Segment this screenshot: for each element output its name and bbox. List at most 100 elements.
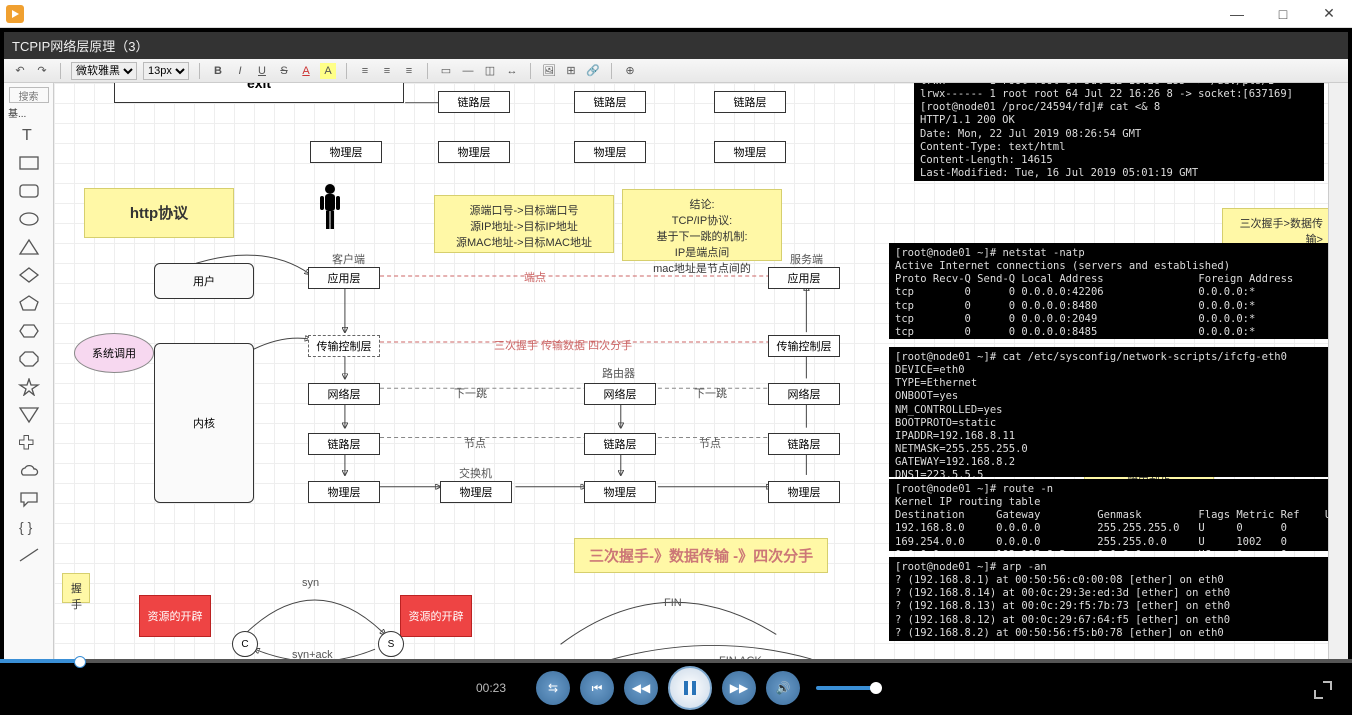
- shape-hexagon-icon[interactable]: [11, 318, 47, 344]
- terminal-netstat[interactable]: [root@node01 ~]# netstat -natp Active In…: [889, 243, 1328, 339]
- shape-text-icon[interactable]: T: [11, 122, 47, 148]
- client-link[interactable]: 链路层: [308, 433, 380, 455]
- shape-downtriangle-icon[interactable]: [11, 402, 47, 428]
- terminal-arp[interactable]: [root@node01 ~]# arp -an ? (192.168.8.1)…: [889, 557, 1328, 641]
- label-server: 服务端: [790, 251, 823, 267]
- terminal-ifcfg[interactable]: [root@node01 ~]# cat /etc/sysconfig/netw…: [889, 347, 1328, 477]
- connector-icon[interactable]: ↔: [504, 63, 520, 79]
- box-kernel[interactable]: 内核: [154, 343, 254, 503]
- shape-callout-icon[interactable]: [11, 486, 47, 512]
- shape-star-icon[interactable]: [11, 374, 47, 400]
- insert-link-icon[interactable]: 🔗: [585, 63, 601, 79]
- server-trans[interactable]: 传输控制层: [768, 335, 840, 357]
- note-handshake-side[interactable]: 握手: [62, 573, 90, 603]
- highlight-handshake[interactable]: 三次握手-》数据传输 -》四次分手: [574, 538, 828, 573]
- box-link-top-1[interactable]: 链路层: [438, 91, 510, 113]
- workspace: 搜索 基... T { }: [4, 83, 1348, 661]
- shuffle-button[interactable]: ⇆: [536, 671, 570, 705]
- note-http[interactable]: http协议: [84, 188, 234, 238]
- server-app[interactable]: 应用层: [768, 267, 840, 289]
- box-link-top-2[interactable]: 链路层: [574, 91, 646, 113]
- video-player-bar: 00:23 ⇆ ⏮ ◀◀ ▶▶ 🔊: [0, 661, 1352, 715]
- line-style-icon[interactable]: —: [460, 63, 476, 79]
- maximize-button[interactable]: □: [1260, 0, 1306, 28]
- shape-rect-icon[interactable]: [11, 150, 47, 176]
- fill-color-icon[interactable]: ▭: [438, 63, 454, 79]
- circle-c[interactable]: C: [232, 631, 258, 657]
- shape-style-icon[interactable]: ◫: [482, 63, 498, 79]
- client-phys[interactable]: 物理层: [308, 481, 380, 503]
- play-pause-button[interactable]: [668, 666, 712, 710]
- server-link[interactable]: 链路层: [768, 433, 840, 455]
- client-trans-selected[interactable]: 传输控制层: [308, 335, 380, 357]
- insert-table-icon[interactable]: ⊞: [563, 63, 579, 79]
- redbox-resource-1[interactable]: 资源的开辟: [139, 595, 211, 637]
- box-phys-top-2[interactable]: 物理层: [574, 141, 646, 163]
- align-right-icon[interactable]: ≡: [401, 63, 417, 79]
- server-phys[interactable]: 物理层: [768, 481, 840, 503]
- box-user[interactable]: 用户: [154, 263, 254, 299]
- prev-button[interactable]: ⏮: [580, 671, 614, 705]
- redo-icon[interactable]: ↷: [34, 63, 50, 79]
- align-left-icon[interactable]: ≡: [357, 63, 373, 79]
- router-phys[interactable]: 物理层: [584, 481, 656, 503]
- volume-button[interactable]: 🔊: [766, 671, 800, 705]
- box-phys-top-3[interactable]: 物理层: [714, 141, 786, 163]
- italic-icon[interactable]: I: [232, 63, 248, 79]
- router-link[interactable]: 链路层: [584, 433, 656, 455]
- highlight-color-icon[interactable]: A: [320, 63, 336, 79]
- svg-text:{ }: { }: [19, 519, 33, 535]
- shape-cross-icon[interactable]: [11, 430, 47, 456]
- client-app[interactable]: 应用层: [308, 267, 380, 289]
- client-net[interactable]: 网络层: [308, 383, 380, 405]
- router-net[interactable]: 网络层: [584, 383, 656, 405]
- progress-track[interactable]: [0, 659, 1352, 663]
- shape-cloud-icon[interactable]: [11, 458, 47, 484]
- diagram-canvas[interactable]: exit 链路层 链路层 链路层 物理层 物理层 物理层 物理层 http协议 …: [54, 83, 1328, 661]
- text-color-icon[interactable]: A: [298, 63, 314, 79]
- circle-s[interactable]: S: [378, 631, 404, 657]
- forward-button[interactable]: ▶▶: [722, 671, 756, 705]
- underline-icon[interactable]: U: [254, 63, 270, 79]
- server-net[interactable]: 网络层: [768, 383, 840, 405]
- panel-section-label: 基...: [4, 105, 26, 120]
- shape-rounded-icon[interactable]: [11, 178, 47, 204]
- rewind-button[interactable]: ◀◀: [624, 671, 658, 705]
- strike-icon[interactable]: S: [276, 63, 292, 79]
- video-area: TCPIP网络层原理（3） ↶ ↷ 微软雅黑 13px B I U S A A …: [0, 28, 1352, 715]
- shapes-panel: 搜索 基... T { }: [4, 83, 54, 661]
- font-size-select[interactable]: 13px: [143, 62, 189, 80]
- oval-syscall[interactable]: 系统调用: [74, 333, 154, 373]
- volume-slider[interactable]: [816, 686, 876, 690]
- switch-phys[interactable]: 物理层: [440, 481, 512, 503]
- label-handshake-line: 三次握手 传输数据 四次分手: [494, 337, 632, 353]
- label-node-1: 节点: [464, 435, 486, 451]
- box-exit[interactable]: exit: [114, 83, 404, 103]
- box-link-top-3[interactable]: 链路层: [714, 91, 786, 113]
- box-phys-top-0[interactable]: 物理层: [310, 141, 382, 163]
- shape-octagon-icon[interactable]: [11, 346, 47, 372]
- label-node-2: 节点: [699, 435, 721, 451]
- align-center-icon[interactable]: ≡: [379, 63, 395, 79]
- box-phys-top-1[interactable]: 物理层: [438, 141, 510, 163]
- shape-search[interactable]: 搜索: [9, 87, 49, 103]
- shape-pentagon-icon[interactable]: [11, 290, 47, 316]
- shape-triangle-icon[interactable]: [11, 234, 47, 260]
- note-conclusion[interactable]: 结论:TCP/IP协议:基于下一跳的机制:IP是端点间mac地址是节点间的: [622, 189, 782, 261]
- close-button[interactable]: ✕: [1306, 0, 1352, 28]
- shape-ellipse-icon[interactable]: [11, 206, 47, 232]
- undo-icon[interactable]: ↶: [12, 63, 28, 79]
- minimize-button[interactable]: —: [1214, 0, 1260, 28]
- zoom-icon[interactable]: ⊕: [622, 63, 638, 79]
- bold-icon[interactable]: B: [210, 63, 226, 79]
- note-mapping[interactable]: 源端口号->目标端口号源IP地址->目标IP地址源MAC地址->目标MAC地址: [434, 195, 614, 253]
- shape-braces-icon[interactable]: { }: [11, 514, 47, 540]
- redbox-resource-2[interactable]: 资源的开辟: [400, 595, 472, 637]
- shape-diamond-icon[interactable]: [11, 262, 47, 288]
- terminal-route[interactable]: [root@node01 ~]# route -n Kernel IP rout…: [889, 479, 1328, 551]
- terminal-http[interactable]: lrwx------ 1 root root 64 Jul 22 16:26 2…: [914, 83, 1324, 181]
- insert-image-icon[interactable]: 🖼: [541, 63, 557, 79]
- font-family-select[interactable]: 微软雅黑: [71, 62, 137, 80]
- shape-line-icon[interactable]: [11, 542, 47, 568]
- expand-icon[interactable]: [1314, 681, 1332, 699]
